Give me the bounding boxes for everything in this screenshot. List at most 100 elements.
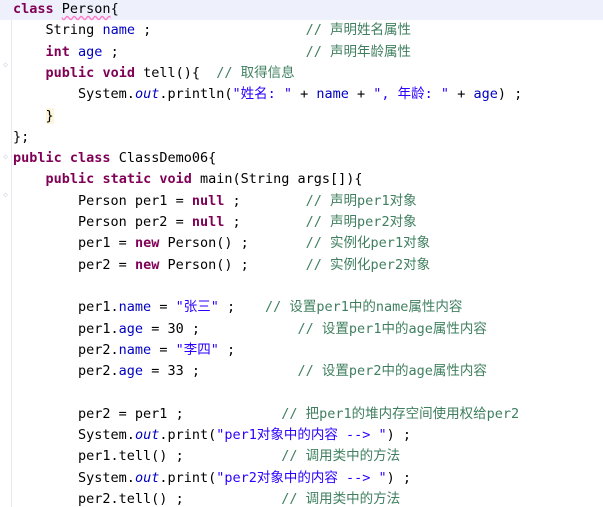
code-line[interactable]: public static void main(String args[]){ [0,169,603,190]
code-token: per2.tell() ; [78,490,184,507]
code-token: ; [102,43,119,60]
code-token: = 33 ; [143,363,200,380]
code-token: ; [218,341,236,358]
code-token: System. [78,86,135,103]
code-token: tell(){ [134,64,200,81]
code-token: { [110,1,119,17]
code-line[interactable]: String name ; // 声明姓名属性 [0,20,603,41]
code-token: out [134,469,160,486]
code-token: per2 = [78,256,135,273]
code-token: ) ; [497,86,523,103]
code-line[interactable]: } [0,106,603,127]
code-token: name [316,86,349,103]
code-line[interactable]: System.out.print("per2对象中的内容 --> ") ; [0,468,603,489]
code-comment: // 取得信息 [216,64,295,81]
code-token: .print( [159,427,217,443]
code-token: System. [78,469,135,486]
code-token: + [348,86,374,103]
code-token: "张三" [175,299,219,316]
code-token: ClassDemo06{ [110,150,217,167]
code-token: ) ; [386,427,412,443]
code-token: int [45,43,70,60]
code-text-area[interactable]: class Person{String name ;// 声明姓名属性 int a… [0,0,603,507]
code-line[interactable]: class Person{ [0,0,603,21]
code-token: public [13,150,62,167]
code-token: ; [224,214,241,230]
code-line[interactable]: per1.age = 30 ; // 设置per1中的age属性内容 [0,319,603,340]
code-token: per1. [78,320,119,337]
code-token: Person [61,1,111,17]
code-line[interactable]: per2 = new Person() ; // 实例化per2对象 [0,255,603,276]
code-token: null [191,214,225,230]
code-token: "per2对象中的内容 --> " [216,469,387,486]
code-line[interactable]: per2.age = 33 ; // 设置per2中的age属性内容 [0,361,603,382]
code-line[interactable]: per2 = per1 ; // 把per1的堆内存空间使用权给per2 [0,404,603,425]
code-comment: // 实例化per2对象 [305,256,431,273]
code-token: } [45,107,54,124]
code-token: Person per2 = [78,214,192,230]
code-line[interactable]: per2.tell() ; // 调用类中的方法 [0,489,603,507]
code-token: .print( [159,469,217,486]
code-token: ; [134,22,152,39]
code-token: "per1对象中的内容 --> " [216,427,387,443]
code-comment: // 声明姓名属性 [305,22,412,39]
code-line[interactable]: per1 = new Person() ; // 实例化per1对象 [0,233,603,254]
code-token: Person() ; [159,235,249,252]
code-token: null [191,192,225,209]
code-line[interactable]: per1.tell() ; // 调用类中的方法 [0,446,603,467]
code-line[interactable]: System.out.print("per1对象中的内容 --> ") ; [0,425,603,446]
code-token: ; [224,192,241,209]
code-token: new [134,235,160,252]
code-token: = [151,341,176,358]
code-line[interactable]: public class ClassDemo06{ [0,148,603,169]
code-token: + [292,86,317,103]
code-token: new [134,256,160,273]
code-token: void [102,64,135,81]
code-line[interactable]: }; [0,127,603,148]
code-token: = [151,299,176,316]
code-line[interactable]: per1.name = "张三" ; // 设置per1中的name属性内容 [0,297,603,318]
code-token: class [69,150,111,167]
code-token: + [449,86,474,103]
code-token: per1. [78,299,119,316]
code-token: out [134,427,160,443]
code-token: void [159,171,192,188]
code-comment: // 调用类中的方法 [281,448,401,465]
code-token: "李四" [175,341,219,358]
code-line[interactable]: public void tell(){// 取得信息 [0,63,603,84]
code-line[interactable]: Person per1 = null ; // 声明per1对象 [0,191,603,212]
code-comment: // 声明per2对象 [305,214,417,230]
code-token: per2 = per1 ; [78,405,184,422]
code-line[interactable]: int age ; // 声明年龄属性 [0,42,603,63]
code-editor[interactable]: ◇ ◇ ◇ class Person{String name ;// 声明姓名属性 i… [0,0,603,507]
code-line[interactable]: System.out.println("姓名: " + name + ", 年龄… [0,84,603,105]
code-line[interactable] [0,382,603,403]
code-comment: // 设置per2中的age属性内容 [297,363,487,380]
code-token: age [118,363,144,380]
code-token: .println( [159,86,233,103]
code-line[interactable] [0,276,603,297]
code-line[interactable]: per2.name = "李四" ; [0,340,603,361]
code-comment: // 设置per1中的age属性内容 [297,320,487,337]
code-token: System. [78,427,135,443]
code-line[interactable]: Person per2 = null ; // 声明per2对象 [0,212,603,233]
